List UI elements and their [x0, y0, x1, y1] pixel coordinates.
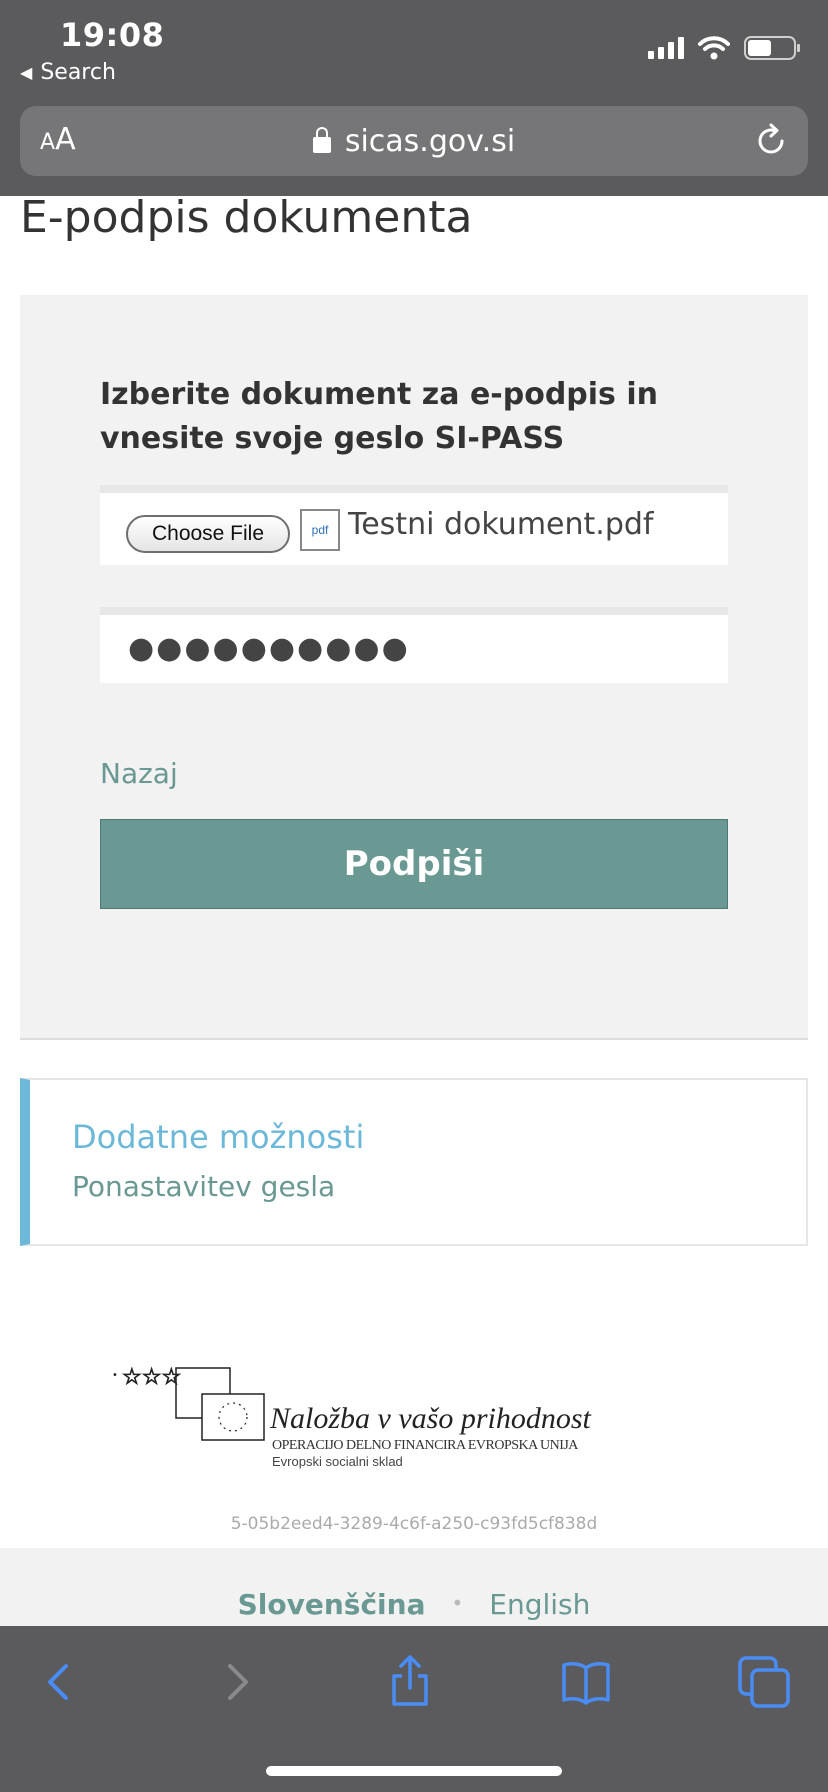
choose-file-button[interactable]: Choose File: [126, 515, 290, 553]
back-triangle-icon: ◀: [20, 63, 33, 82]
back-to-search-label: Search: [40, 60, 116, 85]
language-switcher: Slovenščina • English: [0, 1588, 828, 1621]
address-bar[interactable]: AA sicas.gov.si: [20, 106, 808, 176]
bookmarks-icon[interactable]: [556, 1652, 616, 1712]
tabs-icon[interactable]: [736, 1652, 796, 1712]
back-link[interactable]: Nazaj: [100, 757, 178, 790]
logo-title: Naložba v vašo prihodnost: [270, 1402, 591, 1435]
browser-top-chrome: 19:08 ◀ Search AA sicas.gov.si: [0, 0, 828, 196]
url-text: sicas.gov.si: [344, 124, 516, 159]
selected-file-name: Testni dokument.pdf: [348, 507, 654, 542]
eu-flag-stars-logo-mark: • ☆☆☆: [112, 1365, 265, 1441]
svg-text:☆☆☆: ☆☆☆: [122, 1365, 181, 1390]
url-display[interactable]: sicas.gov.si: [20, 124, 808, 159]
signing-form-panel: Izberite dokument za e-podpis in vnesite…: [20, 295, 808, 1040]
browser-bottom-toolbar: [0, 1626, 828, 1792]
password-field[interactable]: ●●●●●●●●●●: [100, 607, 728, 683]
forward-arrow-icon[interactable]: [206, 1652, 266, 1712]
password-reset-link[interactable]: Ponastavitev gesla: [72, 1170, 335, 1203]
sign-button[interactable]: Podpiši: [100, 819, 728, 909]
battery-icon: [744, 36, 800, 60]
pdf-file-icon: pdf: [300, 509, 340, 551]
session-id: 5-05b2eed4-3289-4c6f-a250-c93fd5cf838d: [230, 1514, 598, 1534]
logo-fund: Evropski socialni sklad: [272, 1454, 403, 1469]
page-title: E-podpis dokumenta: [20, 192, 473, 243]
file-input[interactable]: Choose File pdf Testni dokument.pdf: [100, 485, 728, 565]
share-icon[interactable]: [380, 1652, 440, 1712]
language-separator: •: [451, 1591, 464, 1615]
language-english-link[interactable]: English: [489, 1588, 590, 1621]
wifi-icon: [698, 36, 730, 60]
cellular-signal-icon: [648, 37, 684, 59]
reload-icon[interactable]: [752, 122, 790, 160]
form-instructions: Izberite dokument za e-podpis in vnesite…: [100, 377, 659, 456]
back-to-search-button[interactable]: ◀ Search: [20, 60, 116, 85]
svg-text:•: •: [112, 1370, 118, 1381]
lock-icon: [312, 127, 331, 153]
additional-options-title: Dodatne možnosti: [72, 1118, 365, 1156]
language-slovenian-link[interactable]: Slovenščina: [238, 1588, 426, 1621]
back-arrow-icon[interactable]: [30, 1652, 90, 1712]
home-indicator[interactable]: [266, 1766, 562, 1776]
password-value: ●●●●●●●●●●: [128, 631, 410, 666]
status-time: 19:08: [60, 16, 165, 54]
logo-subtitle: OPERACIJO DELNO FINANCIRA EVROPSKA UNIJA: [272, 1438, 578, 1453]
esf-logo: • ☆☆☆ Naložba v vašo prihodnost OPERACIJ…: [112, 1362, 591, 1472]
language-footer: Slovenščina • English: [0, 1548, 828, 1628]
status-icons: [648, 36, 800, 60]
additional-options-box: Dodatne možnosti Ponastavitev gesla: [20, 1078, 808, 1246]
